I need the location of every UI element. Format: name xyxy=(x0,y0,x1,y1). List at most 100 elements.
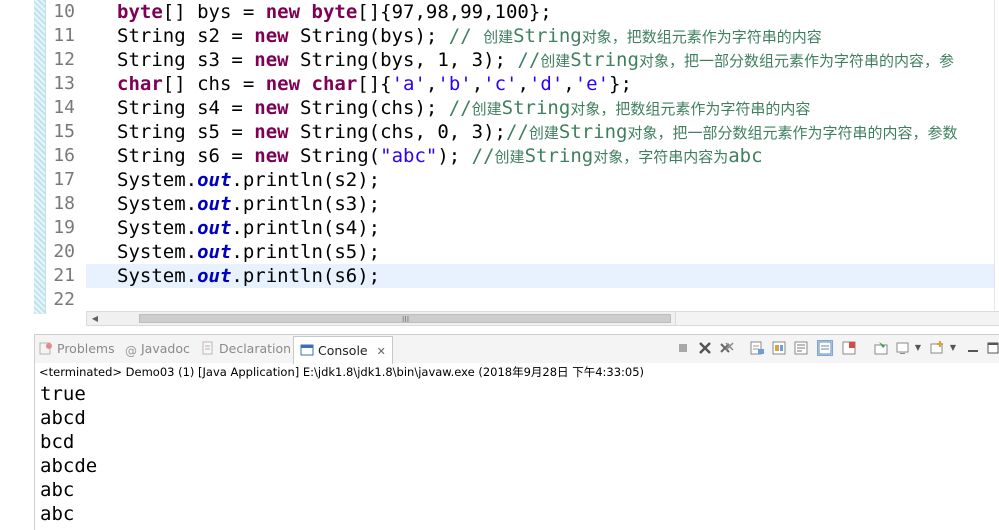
scroll-left-arrow-icon[interactable]: ◀ xyxy=(87,312,103,325)
code-token: System. xyxy=(117,217,198,239)
horizontal-scrollbar[interactable]: ◀ III xyxy=(86,311,676,326)
chevron-down-icon[interactable]: ▼ xyxy=(910,340,926,356)
code-token: 'd' xyxy=(528,73,564,95)
code-token: .println(s3); xyxy=(231,193,381,215)
show-console-on-output-icon[interactable] xyxy=(817,340,833,356)
code-token: 创建 xyxy=(540,52,571,70)
scroll-lock-icon[interactable] xyxy=(771,340,787,356)
line-number-ruler: 10 11 12 13 14 15 16 17 18 19 20 21 22 xyxy=(45,0,75,312)
line-number: 18 xyxy=(53,193,75,214)
code-token: [] bys = xyxy=(162,1,266,23)
code-token: new xyxy=(254,25,289,47)
open-console-icon[interactable] xyxy=(929,340,945,356)
code-token: , xyxy=(563,73,575,95)
code-token: , xyxy=(425,73,438,95)
code-line[interactable]: String s3 = new String(bys, 1, 3); //创建S… xyxy=(86,48,999,72)
code-line[interactable]: byte[] bys = new byte[]{97,98,99,100}; xyxy=(86,0,999,24)
code-token: System. xyxy=(117,265,198,287)
code-token: // xyxy=(517,49,541,71)
tab-declaration[interactable]: Declaration xyxy=(201,335,291,362)
code-line[interactable]: String s5 = new String(chs, 0, 3);//创建St… xyxy=(86,120,999,144)
remove-all-terminated-icon[interactable] xyxy=(719,340,735,356)
scrollbar-track-right xyxy=(676,311,999,326)
code-token: out xyxy=(197,265,232,287)
code-token: ); xyxy=(437,145,472,167)
close-icon[interactable]: ✕ xyxy=(377,345,386,358)
code-token: , xyxy=(471,73,484,95)
console-output-line: true xyxy=(40,383,86,405)
line-number: 13 xyxy=(53,73,75,94)
code-editor[interactable]: 10 11 12 13 14 15 16 17 18 19 20 21 22 byte[] bys = … xyxy=(0,0,999,328)
code-token: 对象，字符串内容为 xyxy=(593,148,729,166)
code-token: String( xyxy=(288,145,381,167)
tab-javadoc[interactable]: @ Javadoc xyxy=(125,335,190,362)
code-token: String s2 = xyxy=(117,25,255,47)
code-token: System. xyxy=(117,193,198,215)
console-output-line: abcde xyxy=(40,455,98,477)
code-line[interactable]: System.out.println(s3); xyxy=(86,192,999,216)
code-line[interactable]: System.out.println(s2); xyxy=(86,168,999,192)
console-output-line: abc xyxy=(40,479,75,501)
code-line[interactable]: System.out.println(s5); xyxy=(86,240,999,264)
panel-tab-bar: Problems @ Javadoc Declaration Console ✕ … xyxy=(35,335,999,364)
code-line[interactable]: String s4 = new String(chs); //创建String对… xyxy=(86,96,999,120)
code-token: , xyxy=(517,73,529,95)
code-token: String(bys); xyxy=(288,25,449,47)
code-token: new xyxy=(254,97,289,119)
code-line[interactable]: System.out.println(s4); xyxy=(86,216,999,240)
code-token: new xyxy=(265,73,301,95)
remove-launch-icon[interactable] xyxy=(697,340,713,356)
code-line[interactable] xyxy=(86,288,999,312)
code-line[interactable]: String s2 = new String(bys); // 创建String… xyxy=(86,24,999,48)
open-console-dropdown-icon[interactable]: ▼ xyxy=(945,340,961,356)
tab-problems[interactable]: Problems xyxy=(39,335,115,362)
horizontal-scroll-thumb[interactable]: III xyxy=(139,314,671,324)
display-selected-console-icon[interactable] xyxy=(895,340,911,356)
overview-ruler[interactable] xyxy=(994,0,999,314)
code-token: 创建 xyxy=(528,124,559,142)
code-token: 创建 xyxy=(483,28,514,46)
tab-console[interactable]: Console ✕ xyxy=(293,336,393,364)
current-code-line[interactable]: System.out.println(s6); xyxy=(86,264,999,288)
code-token: char xyxy=(117,73,163,95)
scroll-grip: III xyxy=(402,315,410,324)
code-token: System. xyxy=(117,169,198,191)
code-token: 对象，把数组元素作为字符串的内容 xyxy=(581,28,822,46)
code-token: // xyxy=(448,97,472,119)
pin-console-icon[interactable] xyxy=(873,340,889,356)
code-token: 创建 xyxy=(471,100,502,118)
code-area[interactable]: byte[] bys = new byte[]{97,98,99,100}; St… xyxy=(86,0,999,312)
console-icon xyxy=(300,339,314,356)
tab-console-label: Console xyxy=(318,343,368,358)
clear-console-icon[interactable] xyxy=(749,340,765,356)
code-token: String s3 = xyxy=(117,49,255,71)
code-line[interactable]: String s6 = new String("abc"); //创建Strin… xyxy=(86,144,999,168)
code-token: String s4 = xyxy=(117,97,255,119)
code-token: String xyxy=(524,145,594,167)
code-token: []{97,98,99,100}; xyxy=(357,1,552,23)
maximize-icon[interactable] xyxy=(985,340,999,356)
code-token: 'a' xyxy=(391,73,426,95)
word-wrap-icon[interactable] xyxy=(793,340,809,356)
code-token: String s6 = xyxy=(117,145,255,167)
terminate-icon[interactable] xyxy=(675,340,691,356)
code-token: 'b' xyxy=(437,73,472,95)
show-console-on-error-icon[interactable] xyxy=(841,340,857,356)
code-token: abc xyxy=(728,145,763,167)
line-number: 21 xyxy=(53,265,75,286)
code-line[interactable]: char[] chs = new char[]{'a','b','c','d',… xyxy=(86,72,999,96)
at-sign-icon: @ xyxy=(125,344,137,358)
code-token: String xyxy=(501,97,571,119)
console-output[interactable]: true abcd bcd abcde abc abc xyxy=(40,382,97,526)
code-token: String xyxy=(558,121,628,143)
declaration-icon xyxy=(201,337,215,355)
line-number: 12 xyxy=(53,49,75,70)
code-token: out xyxy=(197,193,232,215)
code-token: out xyxy=(197,241,232,263)
minimize-icon[interactable] xyxy=(965,340,981,356)
code-token: }; xyxy=(609,73,632,95)
code-token: new xyxy=(254,49,289,71)
code-token: String(chs, 0, 3); xyxy=(288,121,506,143)
code-token: out xyxy=(197,169,232,191)
console-output-line: abc xyxy=(40,503,75,525)
